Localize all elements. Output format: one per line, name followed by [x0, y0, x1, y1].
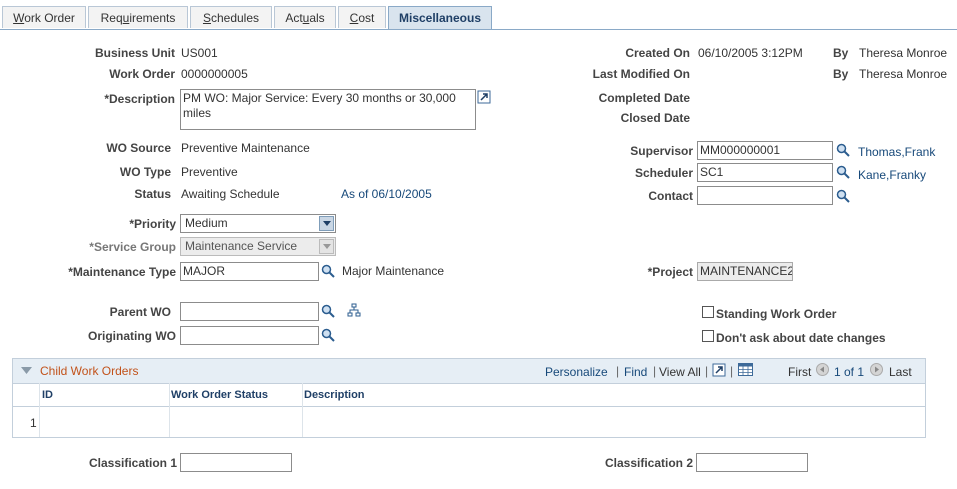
status-label: Status	[134, 187, 171, 201]
classification-2-label: Classification 2	[604, 456, 693, 470]
column-header-description[interactable]: Description	[304, 384, 365, 406]
tab-schedules[interactable]: Schedules	[190, 6, 272, 28]
page-info: 1 of 1	[834, 365, 865, 379]
priority-selected-value: Medium	[185, 216, 228, 230]
tab-bar: Work Order Requirements Schedules Actual…	[0, 6, 957, 30]
dont-ask-date-checkbox[interactable]	[702, 330, 714, 342]
project-input: MAINTENANCE2	[697, 262, 793, 281]
grid-header-bar: Child Work Orders Personalize | Find | V…	[13, 359, 925, 383]
scheduler-input[interactable]: SC1	[697, 163, 833, 182]
originating-wo-input[interactable]	[180, 326, 319, 345]
created-on-label: Created On	[625, 46, 690, 60]
last-modified-label: Last Modified On	[592, 67, 690, 81]
tab-actuals[interactable]: Actuals	[274, 6, 336, 28]
created-by-value: Theresa Monroe	[859, 46, 948, 60]
search-icon[interactable]	[321, 304, 335, 318]
separator: |	[705, 364, 709, 378]
classification-2-input[interactable]	[696, 453, 808, 472]
tab-miscellaneous[interactable]: Miscellaneous	[388, 6, 492, 30]
tab-work-order[interactable]: Work Order	[2, 6, 86, 28]
supervisor-name-link[interactable]: Thomas,Frank	[858, 145, 935, 159]
business-unit-label: Business Unit	[94, 46, 175, 60]
new-window-icon[interactable]	[712, 363, 726, 377]
maintenance-type-label: *Maintenance Type	[68, 265, 176, 279]
search-icon[interactable]	[321, 264, 335, 278]
status-value: Awaiting Schedule	[181, 187, 280, 201]
maintenance-type-input[interactable]: MAJOR	[180, 262, 319, 281]
last-label[interactable]: Last	[889, 365, 912, 379]
view-all-link[interactable]: View All	[659, 365, 701, 379]
spreadsheet-icon[interactable]	[738, 363, 753, 376]
wo-source-label: WO Source	[106, 141, 171, 155]
supervisor-input[interactable]: MM000000001	[697, 141, 833, 160]
search-icon[interactable]	[321, 328, 335, 342]
service-group-label: *Service Group	[89, 240, 176, 254]
search-icon[interactable]	[836, 165, 850, 179]
scheduler-label: Scheduler	[634, 166, 693, 180]
personalize-link[interactable]: Personalize	[545, 365, 608, 379]
service-group-select: Maintenance Service	[180, 237, 336, 256]
created-by-label: By	[833, 46, 849, 60]
column-header-status[interactable]: Work Order Status	[171, 384, 268, 406]
first-label[interactable]: First	[788, 365, 811, 379]
contact-input[interactable]	[697, 186, 833, 205]
dont-ask-date-label: Don't ask about date changes	[716, 331, 886, 345]
next-arrow-icon[interactable]	[870, 363, 883, 376]
supervisor-label: Supervisor	[630, 144, 693, 158]
wo-type-label: WO Type	[119, 165, 171, 179]
completed-date-label: Completed Date	[598, 91, 690, 105]
priority-select[interactable]: Medium	[180, 214, 336, 233]
wo-type-value: Preventive	[181, 165, 238, 179]
search-icon[interactable]	[836, 143, 850, 157]
standing-wo-label: Standing Work Order	[716, 307, 837, 321]
hierarchy-tree-icon[interactable]	[347, 303, 361, 317]
project-label: *Project	[647, 265, 693, 279]
originating-wo-label: Originating WO	[88, 329, 176, 343]
parent-wo-label: Parent WO	[109, 305, 171, 319]
collapse-triangle-icon[interactable]	[21, 366, 33, 376]
parent-wo-input[interactable]	[180, 302, 319, 321]
search-icon[interactable]	[836, 189, 850, 203]
table-row: 1	[13, 407, 925, 437]
service-group-selected-value: Maintenance Service	[185, 239, 298, 253]
description-textarea[interactable]: PM WO: Major Service: Every 30 months or…	[180, 89, 476, 130]
work-order-label: Work Order	[109, 67, 175, 81]
row-number: 1	[30, 416, 37, 430]
chevron-down-icon	[319, 216, 334, 231]
description-label: *Description	[104, 92, 175, 106]
child-work-orders-grid: Child Work Orders Personalize | Find | V…	[12, 358, 926, 438]
tab-cost[interactable]: Cost	[338, 6, 386, 28]
separator: |	[616, 364, 620, 378]
business-unit-value: US001	[181, 46, 218, 60]
tab-requirements[interactable]: Requirements	[88, 6, 188, 28]
classification-1-input[interactable]	[180, 453, 292, 472]
column-header-id[interactable]: ID	[42, 384, 53, 406]
priority-label: *Priority	[129, 217, 176, 231]
modified-by-label: By	[833, 67, 849, 81]
expand-text-icon[interactable]	[477, 90, 491, 104]
status-date-link[interactable]: As of 06/10/2005	[341, 187, 432, 201]
closed-date-label: Closed Date	[620, 111, 690, 125]
separator: |	[653, 364, 657, 378]
classification-1-label: Classification 1	[88, 456, 177, 470]
work-order-value: 0000000005	[181, 67, 248, 81]
standing-wo-checkbox[interactable]	[702, 306, 714, 318]
wo-source-value: Preventive Maintenance	[181, 141, 310, 155]
previous-arrow-icon[interactable]	[816, 363, 829, 376]
find-link[interactable]: Find	[624, 365, 647, 379]
contact-label: Contact	[648, 189, 693, 203]
chevron-down-icon	[319, 239, 334, 254]
tab-divider	[0, 29, 957, 30]
grid-column-headers: ID Work Order Status Description	[13, 383, 925, 407]
grid-title: Child Work Orders	[40, 364, 139, 378]
modified-by-value: Theresa Monroe	[859, 67, 948, 81]
separator: |	[730, 364, 734, 378]
created-on-value: 06/10/2005 3:12PM	[698, 46, 803, 60]
scheduler-name-link[interactable]: Kane,Franky	[858, 168, 926, 182]
maintenance-type-description: Major Maintenance	[342, 264, 445, 278]
